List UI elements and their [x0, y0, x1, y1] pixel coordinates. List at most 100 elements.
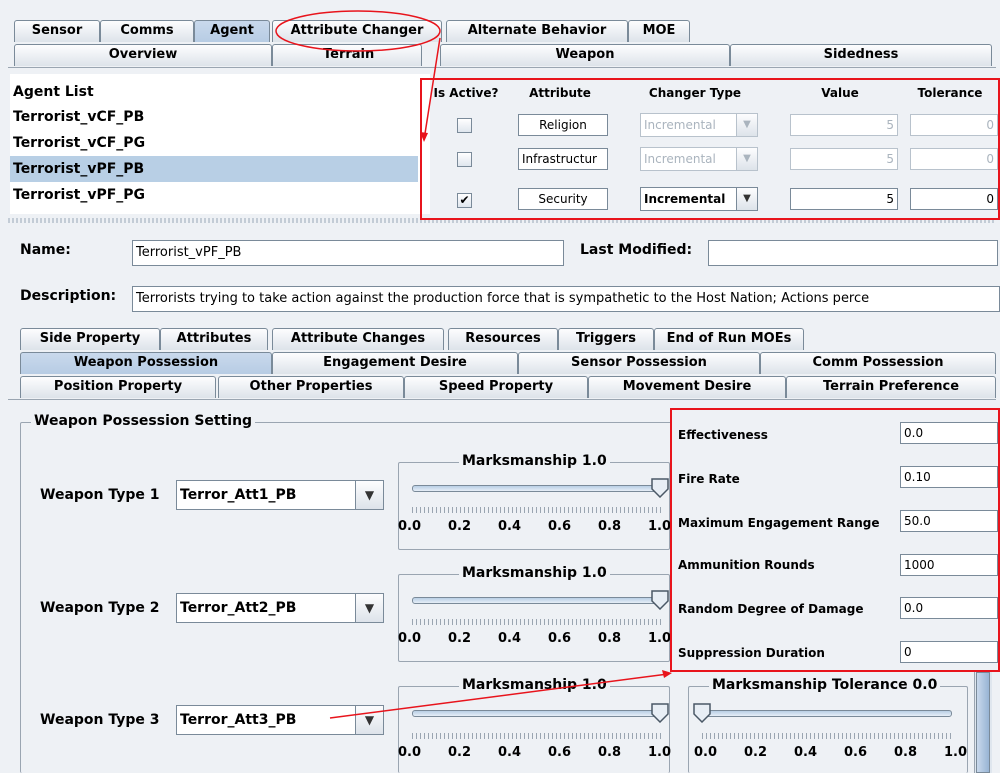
tick-label: 0.8: [598, 745, 622, 760]
changer-type-select[interactable]: Incremental ▼: [640, 187, 758, 211]
header-attribute: Attribute: [529, 86, 591, 100]
random-degree-damage-field[interactable]: 0.0: [900, 597, 998, 619]
description-field[interactable]: Terrorists trying to take action against…: [132, 286, 1000, 312]
is-active-checkbox-checked[interactable]: ✔: [457, 193, 472, 208]
fire-rate-field[interactable]: 0.10: [900, 466, 998, 488]
tick-label: 1.0: [648, 745, 672, 760]
chevron-down-icon[interactable]: ▼: [355, 706, 383, 734]
slider-thumb-icon[interactable]: [650, 703, 670, 723]
tab-comm-possession[interactable]: Comm Possession: [760, 352, 996, 374]
effectiveness-label: Effectiveness: [678, 428, 768, 442]
marksmanship-slider-group: Marksmanship 1.0: [398, 677, 670, 773]
suppression-duration-field[interactable]: 0: [900, 641, 998, 663]
tab-sensor[interactable]: Sensor: [14, 20, 100, 42]
tab-divider: [8, 67, 996, 68]
attribute-field: Infrastructur: [518, 148, 608, 170]
agent-list-item[interactable]: Terrorist_vPF_PG: [10, 182, 418, 208]
chevron-down-icon[interactable]: ▼: [736, 188, 757, 210]
tab-alternate-behavior[interactable]: Alternate Behavior: [446, 20, 628, 42]
tolerance-field[interactable]: 0: [910, 148, 998, 170]
tick-label: 0.8: [598, 631, 622, 646]
tab-comms[interactable]: Comms: [100, 20, 194, 42]
max-engagement-range-field[interactable]: 50.0: [900, 510, 998, 532]
split-pane-divider[interactable]: [8, 218, 996, 223]
changer-type-select[interactable]: Incremental ▼: [640, 113, 758, 137]
tab-sensor-possession[interactable]: Sensor Possession: [518, 352, 760, 374]
chevron-down-icon[interactable]: ▼: [355, 481, 383, 509]
marksmanship-track[interactable]: [412, 597, 662, 604]
tab-terrain[interactable]: Terrain: [272, 44, 422, 66]
tab-resources[interactable]: Resources: [448, 328, 558, 350]
tab-triggers[interactable]: Triggers: [558, 328, 654, 350]
slider-thumb-icon[interactable]: [650, 478, 670, 498]
tolerance-track[interactable]: [702, 710, 952, 717]
tab-speed-property[interactable]: Speed Property: [404, 376, 588, 398]
weapon-type-1-select[interactable]: Terror_Att1_PB ▼: [176, 480, 384, 510]
marksmanship-title: Marksmanship 1.0: [459, 453, 610, 469]
weapon-type-2-value: Terror_Att2_PB: [180, 600, 297, 616]
name-label: Name:: [20, 242, 71, 258]
marksmanship-slider-group: Marksmanship 1.0: [398, 565, 670, 662]
tab-position-property[interactable]: Position Property: [20, 376, 216, 398]
name-field[interactable]: Terrorist_vPF_PB: [132, 240, 564, 266]
is-active-checkbox[interactable]: [457, 118, 472, 133]
tab-other-properties[interactable]: Other Properties: [218, 376, 404, 398]
tab-movement-desire[interactable]: Movement Desire: [588, 376, 786, 398]
tick-label: 0.0: [398, 745, 422, 760]
tolerance-title: Marksmanship Tolerance 0.0: [709, 677, 941, 693]
tab-sidedness[interactable]: Sidedness: [730, 44, 992, 66]
changer-type-value: Incremental: [644, 118, 716, 132]
value-field[interactable]: 5: [790, 148, 898, 170]
changer-type-select[interactable]: Incremental ▼: [640, 147, 758, 171]
tick-label: 1.0: [944, 745, 968, 760]
ammunition-rounds-label: Ammunition Rounds: [678, 558, 815, 572]
tab-side-property[interactable]: Side Property: [20, 328, 160, 350]
agent-list-item[interactable]: Terrorist_vCF_PB: [10, 104, 418, 130]
tab-moe[interactable]: MOE: [628, 20, 690, 42]
tab-terrain-preference[interactable]: Terrain Preference: [786, 376, 996, 398]
tab-weapon[interactable]: Weapon: [440, 44, 730, 66]
value-field[interactable]: 5: [790, 114, 898, 136]
tick-label: 0.8: [894, 745, 918, 760]
chevron-down-icon[interactable]: ▼: [736, 148, 757, 170]
tab-divider: [8, 399, 996, 400]
tolerance-field[interactable]: 0: [910, 114, 998, 136]
marksmanship-track[interactable]: [412, 710, 662, 717]
ammunition-rounds-field[interactable]: 1000: [900, 554, 998, 576]
weapon-type-2-select[interactable]: Terror_Att2_PB ▼: [176, 593, 384, 623]
scrollbar-thumb[interactable]: [976, 672, 990, 773]
tab-attribute-changer[interactable]: Attribute Changer: [272, 20, 442, 42]
tab-weapon-possession[interactable]: Weapon Possession: [20, 352, 272, 374]
agent-list-item-selected[interactable]: Terrorist_vPF_PB: [10, 156, 418, 182]
effectiveness-field[interactable]: 0.0: [900, 422, 998, 444]
tab-engagement-desire[interactable]: Engagement Desire: [272, 352, 518, 374]
tick-label: 0.2: [744, 745, 768, 760]
last-modified-field[interactable]: [708, 240, 998, 266]
tick-label: 1.0: [648, 631, 672, 646]
slider-thumb-icon[interactable]: [692, 703, 712, 723]
random-degree-damage-label: Random Degree of Damage: [678, 602, 864, 616]
tick-label: 0.6: [548, 745, 572, 760]
tick-label: 0.2: [448, 745, 472, 760]
tab-overview[interactable]: Overview: [14, 44, 272, 66]
weapon-type-3-select[interactable]: Terror_Att3_PB ▼: [176, 705, 384, 735]
check-icon: ✔: [459, 193, 470, 207]
value-field[interactable]: 5: [790, 188, 898, 210]
slider-thumb-icon[interactable]: [650, 590, 670, 610]
tab-end-of-run-moes[interactable]: End of Run MOEs: [654, 328, 804, 350]
is-active-checkbox[interactable]: [457, 152, 472, 167]
tab-agent[interactable]: Agent: [194, 20, 270, 42]
tab-attributes[interactable]: Attributes: [160, 328, 268, 350]
tick-label: 0.4: [794, 745, 818, 760]
agent-list-item[interactable]: Terrorist_vCF_PG: [10, 130, 418, 156]
fire-rate-label: Fire Rate: [678, 472, 740, 486]
weapon-properties-panel: [672, 408, 1000, 672]
chevron-down-icon[interactable]: ▼: [736, 114, 757, 136]
weapon-type-3-label: Weapon Type 3: [40, 712, 160, 728]
tab-attribute-changes[interactable]: Attribute Changes: [272, 328, 444, 350]
tolerance-field[interactable]: 0: [910, 188, 998, 210]
header-is-active: Is Active?: [433, 86, 499, 100]
last-modified-label: Last Modified:: [580, 242, 693, 258]
marksmanship-track[interactable]: [412, 485, 662, 492]
chevron-down-icon[interactable]: ▼: [355, 594, 383, 622]
